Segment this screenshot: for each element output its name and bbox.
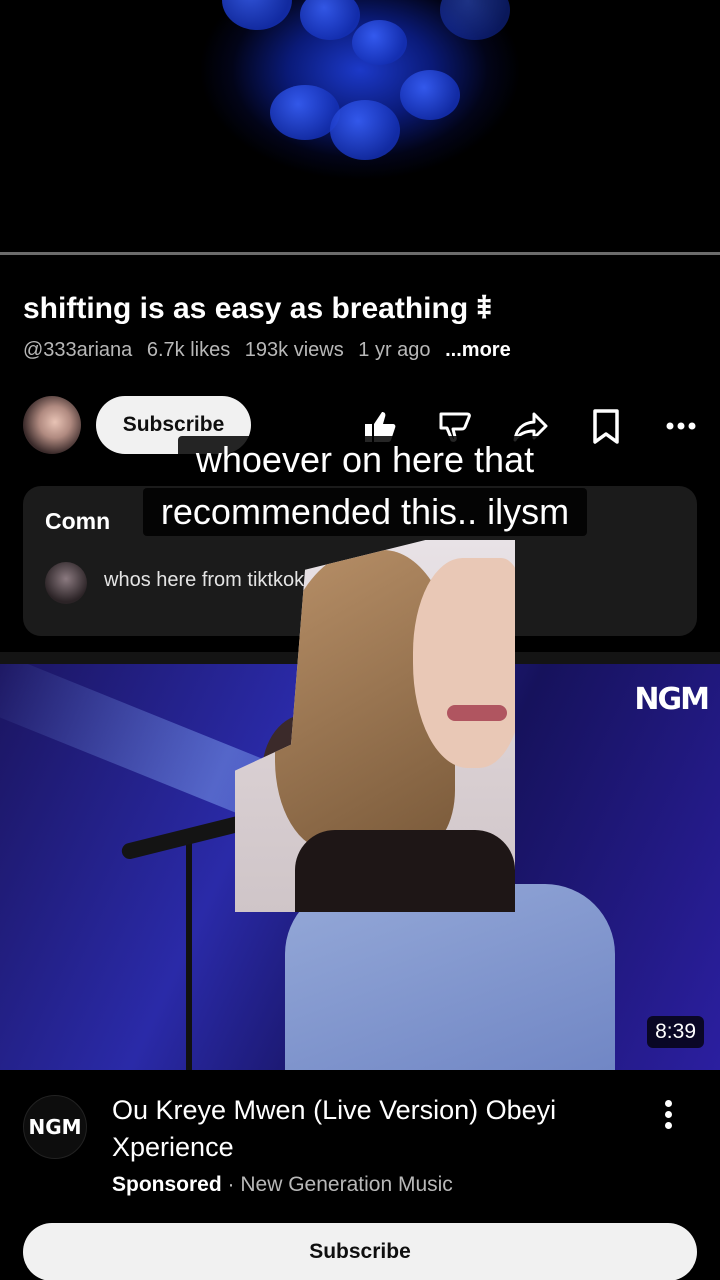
photo-face <box>413 558 515 768</box>
commenter-avatar <box>45 562 87 604</box>
sponsored-label: Sponsored <box>112 1173 222 1196</box>
view-count: 193k views <box>244 339 344 361</box>
jellyfish-blob <box>352 20 407 65</box>
jellyfish-blob <box>440 0 510 40</box>
caption-line-2: recommended this.. ilysm <box>142 488 588 536</box>
video-duration-badge: 8:39 <box>647 1016 704 1048</box>
channel-handle[interactable]: @333ariana <box>23 339 132 361</box>
jellyfish-blob <box>400 70 460 120</box>
jellyfish-blob <box>222 0 292 30</box>
photo-lips <box>447 705 507 721</box>
advertiser-name: New Generation Music <box>240 1173 453 1196</box>
video-progress-bar[interactable] <box>0 252 720 255</box>
ad-title[interactable]: Ou Kreye Mwen (Live Version) Obeyi Xperi… <box>112 1092 642 1166</box>
caption-line-1: whoever on here that <box>177 436 553 484</box>
meta-separator: · <box>227 1173 235 1196</box>
video-title: shifting is as easy as breathing ⹋ <box>23 292 492 325</box>
advertiser-avatar[interactable]: NGM <box>23 1095 87 1159</box>
top-comment-text: whos here from tiktkok <box>104 569 305 591</box>
video-player[interactable] <box>0 0 720 252</box>
caption-overlay: whoever on here that recommended this.. … <box>115 436 615 536</box>
upload-age: 1 yr ago <box>358 339 431 361</box>
mic-stand <box>186 839 192 1070</box>
jellyfish-blob <box>300 0 360 40</box>
ngm-logo: NGM <box>634 682 710 717</box>
video-meta: @333ariana 6.7k likes 193k views 1 yr ag… <box>23 339 520 362</box>
ad-menu-icon[interactable] <box>656 1098 680 1134</box>
channel-avatar[interactable] <box>23 396 81 454</box>
ad-meta: Sponsored · New Generation Music <box>112 1173 453 1197</box>
photo-top <box>295 830 515 912</box>
comments-label: Comn <box>45 508 111 534</box>
ad-subscribe-button[interactable]: Subscribe <box>23 1223 697 1280</box>
like-count: 6.7k likes <box>146 339 231 361</box>
jellyfish-blob <box>330 100 400 160</box>
more-link[interactable]: ...more <box>445 339 511 361</box>
more-icon[interactable] <box>659 404 703 448</box>
